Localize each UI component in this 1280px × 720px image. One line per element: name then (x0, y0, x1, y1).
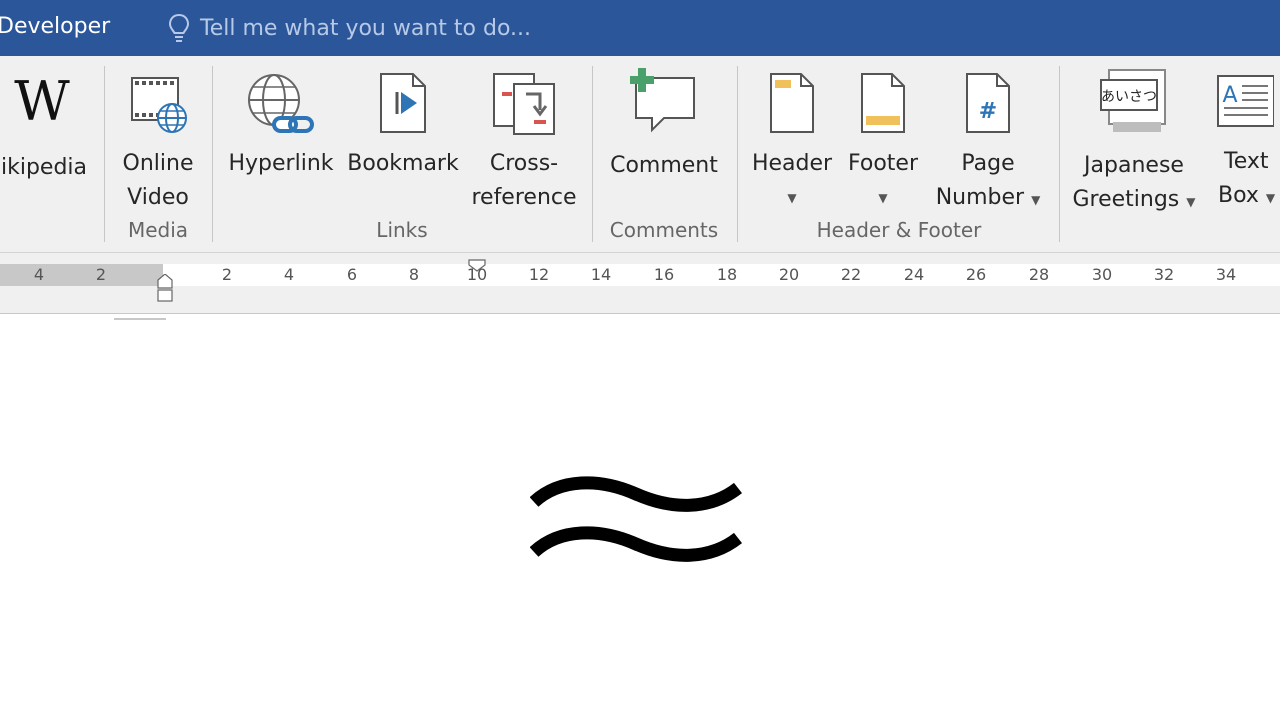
svg-text:A: A (1222, 83, 1237, 108)
footer-button[interactable]: Footer ▼ (838, 72, 928, 215)
hyperlink-button[interactable]: Hyperlink (222, 72, 340, 181)
header-button[interactable]: Header ▼ (746, 72, 838, 215)
footer-icon (861, 73, 905, 133)
page-number-label-line1: Page (961, 151, 1015, 176)
cross-reference-button[interactable]: Cross- reference (466, 72, 582, 215)
japanese-greetings-label-line2-wrap: Greetings ▼ (1066, 183, 1202, 219)
online-video-label-line2: Video (127, 185, 189, 210)
japanese-greetings-button[interactable]: あいさつ Japanese Greetings ▼ (1066, 68, 1202, 219)
ruler-number: 34 (1215, 265, 1237, 284)
footer-label: Footer (848, 151, 918, 176)
group-label-links: Links (376, 218, 428, 242)
page-number-label-line2: Number (935, 185, 1025, 210)
separator (212, 66, 213, 242)
approximately-equal-symbol: ≈ (530, 476, 743, 562)
page-number-label-line2-wrap: Number ▼ (928, 181, 1048, 217)
japanese-greetings-icon-text: あいさつ (1101, 89, 1157, 105)
separator (1059, 66, 1060, 242)
ruler-number: 8 (408, 265, 420, 284)
page-number-button[interactable]: # Page Number ▼ (928, 72, 1048, 217)
horizontal-ruler[interactable]: 4 2 2 4 6 8 10 12 14 16 18 20 22 24 26 2… (0, 264, 1280, 286)
text-box-label-line1: Text (1224, 149, 1269, 174)
cross-reference-label-line1: Cross- (489, 151, 559, 176)
ruler-number: 16 (653, 265, 675, 284)
text-box-button[interactable]: A Text Box ▼ (1210, 72, 1280, 215)
page-number-dropdown-arrow[interactable]: ▼ (1031, 193, 1040, 207)
bookmark-icon (380, 73, 426, 133)
page-number-icon: # (966, 73, 1010, 133)
online-video-icon (131, 77, 187, 133)
wikipedia-icon: W (14, 70, 70, 133)
svg-text:#: # (979, 99, 997, 124)
ruler-number: 20 (778, 265, 800, 284)
ruler-margin-left (0, 264, 163, 286)
separator (592, 66, 593, 242)
comment-label: Comment (610, 153, 718, 178)
online-video-button[interactable]: Online Video (110, 72, 206, 215)
japanese-greetings-dropdown-arrow[interactable]: ▼ (1186, 195, 1195, 209)
tell-me-box[interactable]: Tell me what you want to do... (168, 12, 531, 44)
ruler-number: 22 (840, 265, 862, 284)
tell-me-placeholder: Tell me what you want to do... (200, 15, 531, 41)
right-indent-marker[interactable] (467, 258, 487, 274)
group-label-comments: Comments (609, 218, 719, 242)
separator (737, 66, 738, 242)
svg-text:W: W (14, 72, 70, 132)
ruler-number: 12 (528, 265, 550, 284)
tab-developer[interactable]: Developer (0, 14, 110, 39)
hyperlink-icon (248, 74, 314, 133)
header-dropdown-arrow[interactable]: ▼ (746, 181, 838, 215)
ruler-number: 14 (590, 265, 612, 284)
japanese-greetings-label-line2: Greetings (1072, 187, 1180, 212)
lightbulb-icon (168, 13, 190, 42)
group-label-header-footer: Header & Footer (816, 218, 982, 242)
wikipedia-button[interactable]: W ikipedia (0, 70, 94, 185)
japanese-greetings-label-line1: Japanese (1084, 153, 1184, 178)
online-video-label-line1: Online (122, 151, 194, 176)
ruler-number: 4 (283, 265, 295, 284)
ruler-number: 2 (221, 265, 233, 284)
ruler-number: 28 (1028, 265, 1050, 284)
page-corner-mark (114, 318, 166, 320)
text-box-label-line2-wrap: Box ▼ (1210, 179, 1280, 215)
cross-reference-label-line2: reference (471, 185, 577, 210)
ruler-number: 32 (1153, 265, 1175, 284)
hyperlink-label: Hyperlink (228, 151, 334, 176)
ruler-number: 26 (965, 265, 987, 284)
footer-dropdown-arrow[interactable]: ▼ (838, 181, 928, 215)
ruler-number: 4 (33, 265, 45, 284)
text-box-label-line2: Box (1218, 183, 1259, 208)
text-box-dropdown-arrow[interactable]: ▼ (1266, 191, 1275, 205)
bookmark-label: Bookmark (347, 151, 459, 176)
ruler-number: 6 (346, 265, 358, 284)
bookmark-button[interactable]: Bookmark (344, 72, 462, 181)
text-box-icon: A (1217, 75, 1275, 127)
ruler-number: 18 (716, 265, 738, 284)
ruler-under-strip (0, 286, 1280, 314)
ruler-number: 30 (1091, 265, 1113, 284)
left-indent-marker[interactable] (155, 274, 175, 304)
comment-button[interactable]: Comment (598, 68, 730, 183)
ruler-number: 24 (903, 265, 925, 284)
ruler-number: 2 (95, 265, 107, 284)
header-icon (770, 73, 814, 133)
group-label-media: Media (127, 218, 189, 242)
japanese-greetings-icon: あいさつ (1100, 69, 1166, 132)
comment-icon (630, 68, 695, 133)
cross-reference-icon (493, 73, 555, 135)
wikipedia-label: ikipedia (0, 155, 88, 180)
title-bar: Developer Tell me what you want to do... (0, 0, 1280, 56)
header-label: Header (751, 151, 833, 176)
separator (104, 66, 105, 242)
